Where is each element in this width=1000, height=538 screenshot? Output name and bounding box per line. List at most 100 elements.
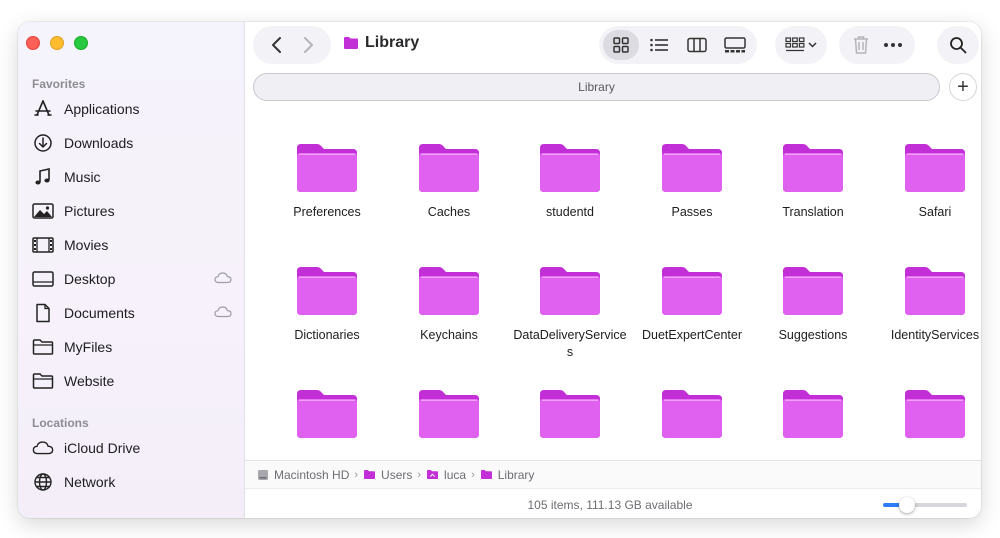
sidebar-item-music[interactable]: Music [32,163,232,191]
folder-item[interactable] [390,388,508,450]
sidebar-item-label: Documents [64,305,135,321]
favorites-title: Favorites [32,77,86,91]
folder-item[interactable]: Keychains [390,265,508,344]
folder-icon [297,390,357,438]
folder-item[interactable] [633,388,751,450]
folder-item[interactable] [754,388,872,450]
navigation-group [253,26,331,64]
group-grid-icon [785,37,805,52]
path-crumb-label: Users [381,467,413,482]
sidebar-item-icloud-drive[interactable]: iCloud Drive [32,434,232,462]
new-tab-button[interactable]: + [949,73,977,101]
folder-item[interactable]: Caches [390,142,508,221]
chevron-down-icon [808,42,817,48]
minimize-window-button[interactable] [50,36,64,50]
icon-view-button[interactable] [603,30,639,60]
folder-icon [480,469,493,480]
folder-label: Passes [671,205,713,219]
window-title-text: Library [365,34,420,51]
folder-icon [297,267,357,315]
movies-icon [32,234,54,256]
folder-item[interactable] [268,388,386,450]
path-crumb-label: luca [444,467,467,482]
folder-item[interactable]: studentd [511,142,629,221]
desktop-icon [32,268,54,290]
downloads-icon [32,132,54,154]
finder-window: Favorites Applications Downloads Music Pict… [18,22,981,518]
icloud-icon [32,437,54,459]
search-icon [950,37,967,54]
list-view-button[interactable] [641,30,677,60]
folder-label: DataDeliveryServices [513,328,627,359]
folder-label: studentd [546,205,594,219]
search-button[interactable] [937,26,979,64]
sidebar-item-network[interactable]: Network [32,468,232,496]
window-controls [26,36,88,50]
path-crumb-macintosh-hd[interactable]: Macintosh HD [257,468,349,482]
back-button[interactable] [263,30,289,60]
column-view-button[interactable] [679,30,715,60]
folder-item[interactable]: Preferences [268,142,386,221]
tab-library[interactable]: Library [253,73,940,101]
path-bar: Macintosh HD › Users › luca › Library [245,460,981,488]
sidebar-item-applications[interactable]: Applications [32,95,232,123]
icloud-status-icon [214,305,232,321]
gallery-icon [724,37,746,53]
folder-item[interactable]: Dictionaries [268,265,386,344]
folder-icon [540,144,600,192]
folder-item[interactable] [876,388,981,450]
folder-label: Keychains [420,328,478,342]
folder-label: Caches [427,205,471,219]
slider-knob[interactable] [898,497,915,513]
sidebar-item-myfiles[interactable]: MyFiles [32,333,232,361]
sidebar-item-pictures[interactable]: Pictures [32,197,232,225]
folder-item[interactable]: IdentityServices [876,265,981,344]
folder-icon [419,267,479,315]
folder-item[interactable]: Suggestions [754,265,872,344]
file-grid: Preferences Caches studentd Passes Translati… [245,106,981,460]
path-crumb-luca[interactable]: luca [426,468,466,482]
folder-item[interactable]: Translation [754,142,872,221]
path-crumb-label: Library [497,467,535,482]
path-separator-icon: › [417,468,422,481]
ellipsis-icon [884,43,902,47]
folder-icon [783,390,843,438]
gallery-view-button[interactable] [717,30,753,60]
folder-icon [540,390,600,438]
trash-button[interactable] [848,30,874,60]
close-window-button[interactable] [26,36,40,50]
folder-icon [540,267,600,315]
chevron-left-icon [271,37,281,53]
icon-size-slider[interactable] [883,497,967,513]
folder-icon [32,370,54,392]
folder-icon [32,336,54,358]
sidebar-item-label: Music [64,169,101,185]
folder-item[interactable] [511,388,629,450]
sidebar-item-label: Network [64,474,116,490]
folder-item[interactable]: Safari [876,142,981,221]
trash-icon [854,36,868,54]
folder-item[interactable]: DuetExpertCenter [633,265,751,344]
network-icon [32,471,54,493]
folder-label: IdentityServices [890,328,980,342]
more-actions-button[interactable] [880,30,906,60]
forward-button[interactable] [296,30,322,60]
sidebar-item-label: iCloud Drive [64,440,141,456]
home-icon [426,469,439,480]
folder-label: Translation [782,205,844,219]
folder-icon [297,144,357,192]
sidebar-item-website[interactable]: Website [32,367,232,395]
sidebar-item-movies[interactable]: Movies [32,231,232,259]
path-crumb-users[interactable]: Users [363,468,412,482]
status-bar: 105 items, 111.13 GB available [245,488,981,518]
folder-item[interactable]: DataDeliveryServices [511,265,629,361]
sidebar-item-downloads[interactable]: Downloads [32,129,232,157]
sidebar-item-documents[interactable]: Documents [32,299,232,327]
zoom-window-button[interactable] [74,36,88,50]
group-by-button[interactable] [775,26,827,64]
sidebar-item-desktop[interactable]: Desktop [32,265,232,293]
folder-item[interactable]: Passes [633,142,751,221]
folder-icon [905,144,965,192]
path-crumb-library[interactable]: Library [480,467,535,482]
music-icon [32,166,54,188]
